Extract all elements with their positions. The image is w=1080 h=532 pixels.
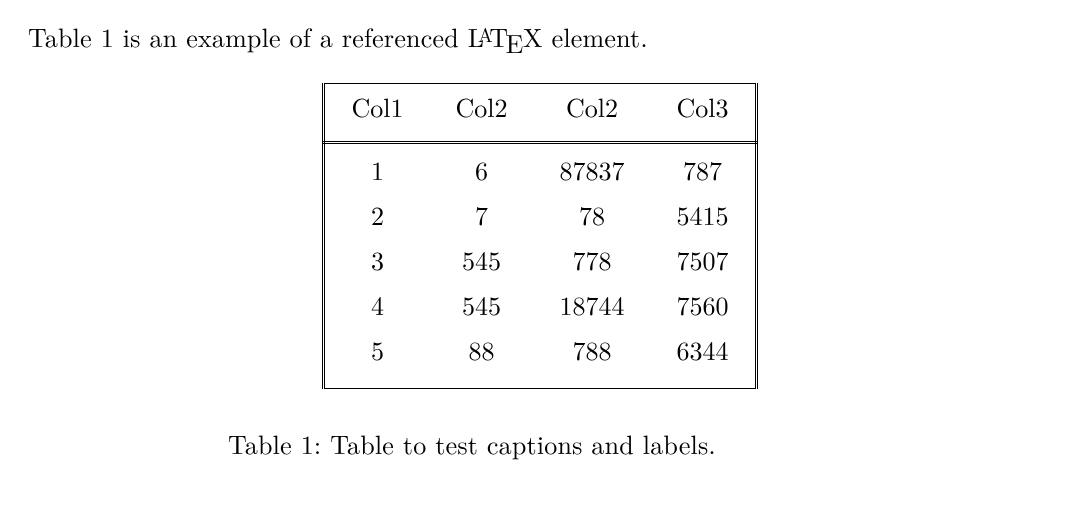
- table-cell: 87837: [534, 147, 651, 192]
- table-cell: 7560: [651, 282, 757, 327]
- table-spacer: [324, 372, 756, 388]
- table-row: 1 6 87837 787: [324, 147, 756, 192]
- table-cell: 545: [429, 282, 533, 327]
- table-cell: 4: [324, 282, 430, 327]
- caption-text: Table to test captions and labels.: [330, 425, 716, 462]
- table-cell: 6344: [651, 327, 757, 372]
- table-container: Col1 Col2 Col2 Col3 1 6 87837 787: [28, 83, 1052, 389]
- table-cell: 788: [534, 327, 651, 372]
- table-cell: 6: [429, 147, 533, 192]
- caption-label: Table 1:: [228, 425, 321, 462]
- table-header-cell: Col2: [534, 84, 651, 130]
- table-rule: [324, 388, 756, 389]
- table-cell: 5415: [651, 192, 757, 237]
- table-cell: 778: [534, 237, 651, 282]
- table-spacer: [324, 129, 756, 141]
- table-cell: 3: [324, 237, 430, 282]
- table-cell: 1: [324, 147, 430, 192]
- table-row: 5 88 788 6344: [324, 327, 756, 372]
- table-cell: 2: [324, 192, 430, 237]
- intro-text-after: element.: [543, 18, 648, 55]
- table-cell: 787: [651, 147, 757, 192]
- table-row: 4 545 18744 7560: [324, 282, 756, 327]
- table-cell: 78: [534, 192, 651, 237]
- table-header-cell: Col3: [651, 84, 757, 130]
- table-cell: 545: [429, 237, 533, 282]
- table-header-cell: Col1: [324, 84, 430, 130]
- data-table: Col1 Col2 Col2 Col3 1 6 87837 787: [322, 83, 757, 389]
- table-cell: 5: [324, 327, 430, 372]
- latex-logo: LATEX: [468, 18, 543, 55]
- table-cell: 18744: [534, 282, 651, 327]
- intro-text-before: Table 1 is an example of a referenced: [28, 18, 468, 55]
- intro-paragraph: Table 1 is an example of a referenced LA…: [28, 18, 1052, 55]
- table-row: 3 545 778 7507: [324, 237, 756, 282]
- table-cell: 7507: [651, 237, 757, 282]
- table-row: 2 7 78 5415: [324, 192, 756, 237]
- table-header-cell: Col2: [429, 84, 533, 130]
- table-cell: 7: [429, 192, 533, 237]
- table-cell: 88: [429, 327, 533, 372]
- table-header-row: Col1 Col2 Col2 Col3: [324, 84, 756, 130]
- table-caption: Table 1: Table to test captions and labe…: [28, 425, 1052, 462]
